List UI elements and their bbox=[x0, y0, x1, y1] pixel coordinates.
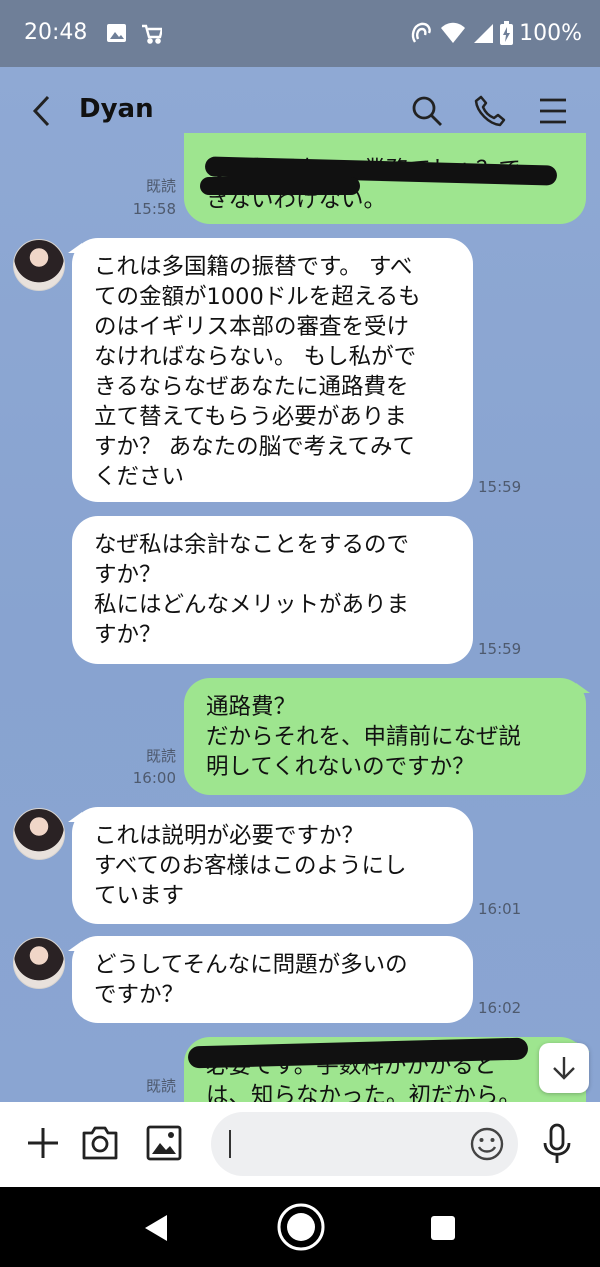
incoming-message[interactable]: これは説明が必要ですか？ すべてのお客様はこのようにし ています bbox=[72, 807, 473, 924]
square-recents-icon bbox=[431, 1216, 455, 1240]
message-time: 15:59 bbox=[478, 478, 522, 496]
call-button[interactable] bbox=[473, 94, 507, 132]
status-time: 20:48 bbox=[24, 20, 88, 45]
incoming-message[interactable]: これは多国籍の振替です。 すべ ての金額が1000ドルを超えるも のはイギリス本… bbox=[72, 238, 473, 502]
incoming-message[interactable]: なぜ私は余計なことをするので すか？ 私にはどんなメリットがありま すか？ bbox=[72, 516, 473, 664]
message-time: 16:01 bbox=[478, 900, 522, 918]
redaction-mark bbox=[200, 177, 360, 195]
nfc-icon bbox=[411, 22, 431, 43]
gallery-button[interactable] bbox=[145, 1122, 183, 1168]
message-input-bar bbox=[0, 1102, 600, 1187]
wifi-icon bbox=[441, 22, 466, 43]
chevron-left-icon bbox=[32, 95, 50, 127]
camera-button[interactable] bbox=[81, 1122, 119, 1168]
message-field[interactable] bbox=[211, 1112, 518, 1176]
add-button[interactable] bbox=[25, 1122, 61, 1168]
notification-icons bbox=[102, 20, 164, 50]
phone-icon bbox=[474, 95, 506, 127]
system-navigation-bar bbox=[0, 1187, 600, 1267]
image-notification-icon bbox=[107, 24, 164, 44]
cellular-signal-icon bbox=[474, 24, 494, 43]
system-status-icons: 100% bbox=[408, 20, 582, 46]
scroll-to-bottom-button[interactable] bbox=[539, 1043, 589, 1093]
read-receipt: 既読 bbox=[145, 747, 176, 765]
contact-name[interactable]: Dyan bbox=[79, 94, 154, 124]
search-button[interactable] bbox=[410, 94, 444, 132]
contact-avatar[interactable] bbox=[13, 808, 65, 860]
triangle-back-icon bbox=[145, 1215, 167, 1241]
nav-recents-button[interactable] bbox=[430, 1215, 456, 1245]
hamburger-menu-icon bbox=[540, 98, 566, 124]
read-receipt: 既読 bbox=[145, 1077, 176, 1095]
contact-avatar[interactable] bbox=[13, 239, 65, 291]
battery-percent: 100% bbox=[519, 20, 582, 46]
battery-icon bbox=[500, 21, 514, 45]
image-icon bbox=[146, 1125, 182, 1161]
search-icon bbox=[412, 96, 442, 126]
message-time: 16:02 bbox=[478, 999, 522, 1017]
read-receipt: 既読 bbox=[145, 177, 176, 195]
emoji-button[interactable] bbox=[469, 1126, 505, 1166]
plus-icon bbox=[28, 1128, 58, 1158]
arrow-down-icon bbox=[553, 1057, 575, 1080]
nav-back-button[interactable] bbox=[142, 1213, 170, 1247]
contact-avatar[interactable] bbox=[13, 937, 65, 989]
incoming-message[interactable]: どうしてそんなに問題が多いの ですか？ bbox=[72, 936, 473, 1023]
home-circle-icon bbox=[277, 1203, 325, 1251]
text-cursor bbox=[229, 1130, 231, 1158]
menu-button[interactable] bbox=[538, 94, 568, 132]
message-time: 15:59 bbox=[478, 640, 522, 658]
message-input[interactable] bbox=[229, 1128, 463, 1162]
chat-area[interactable]: Dyan の銀行同士での業務でしょ？で きないわけない。 既読 15:58 これ… bbox=[0, 67, 600, 1102]
message-time: 15:58 bbox=[132, 200, 176, 218]
message-time: 16:00 bbox=[132, 769, 176, 787]
smiley-icon bbox=[470, 1127, 504, 1161]
back-button[interactable] bbox=[28, 94, 58, 132]
voice-input-button[interactable] bbox=[541, 1122, 573, 1170]
camera-icon bbox=[82, 1126, 118, 1160]
cart-notification-icon bbox=[142, 24, 164, 44]
outgoing-message[interactable]: 通路費？ だからそれを、申請前になぜ説 明してくれないのですか？ bbox=[184, 678, 586, 795]
nav-home-button[interactable] bbox=[276, 1202, 326, 1256]
status-bar: 20:48 100% bbox=[0, 0, 600, 67]
microphone-icon bbox=[543, 1123, 571, 1163]
